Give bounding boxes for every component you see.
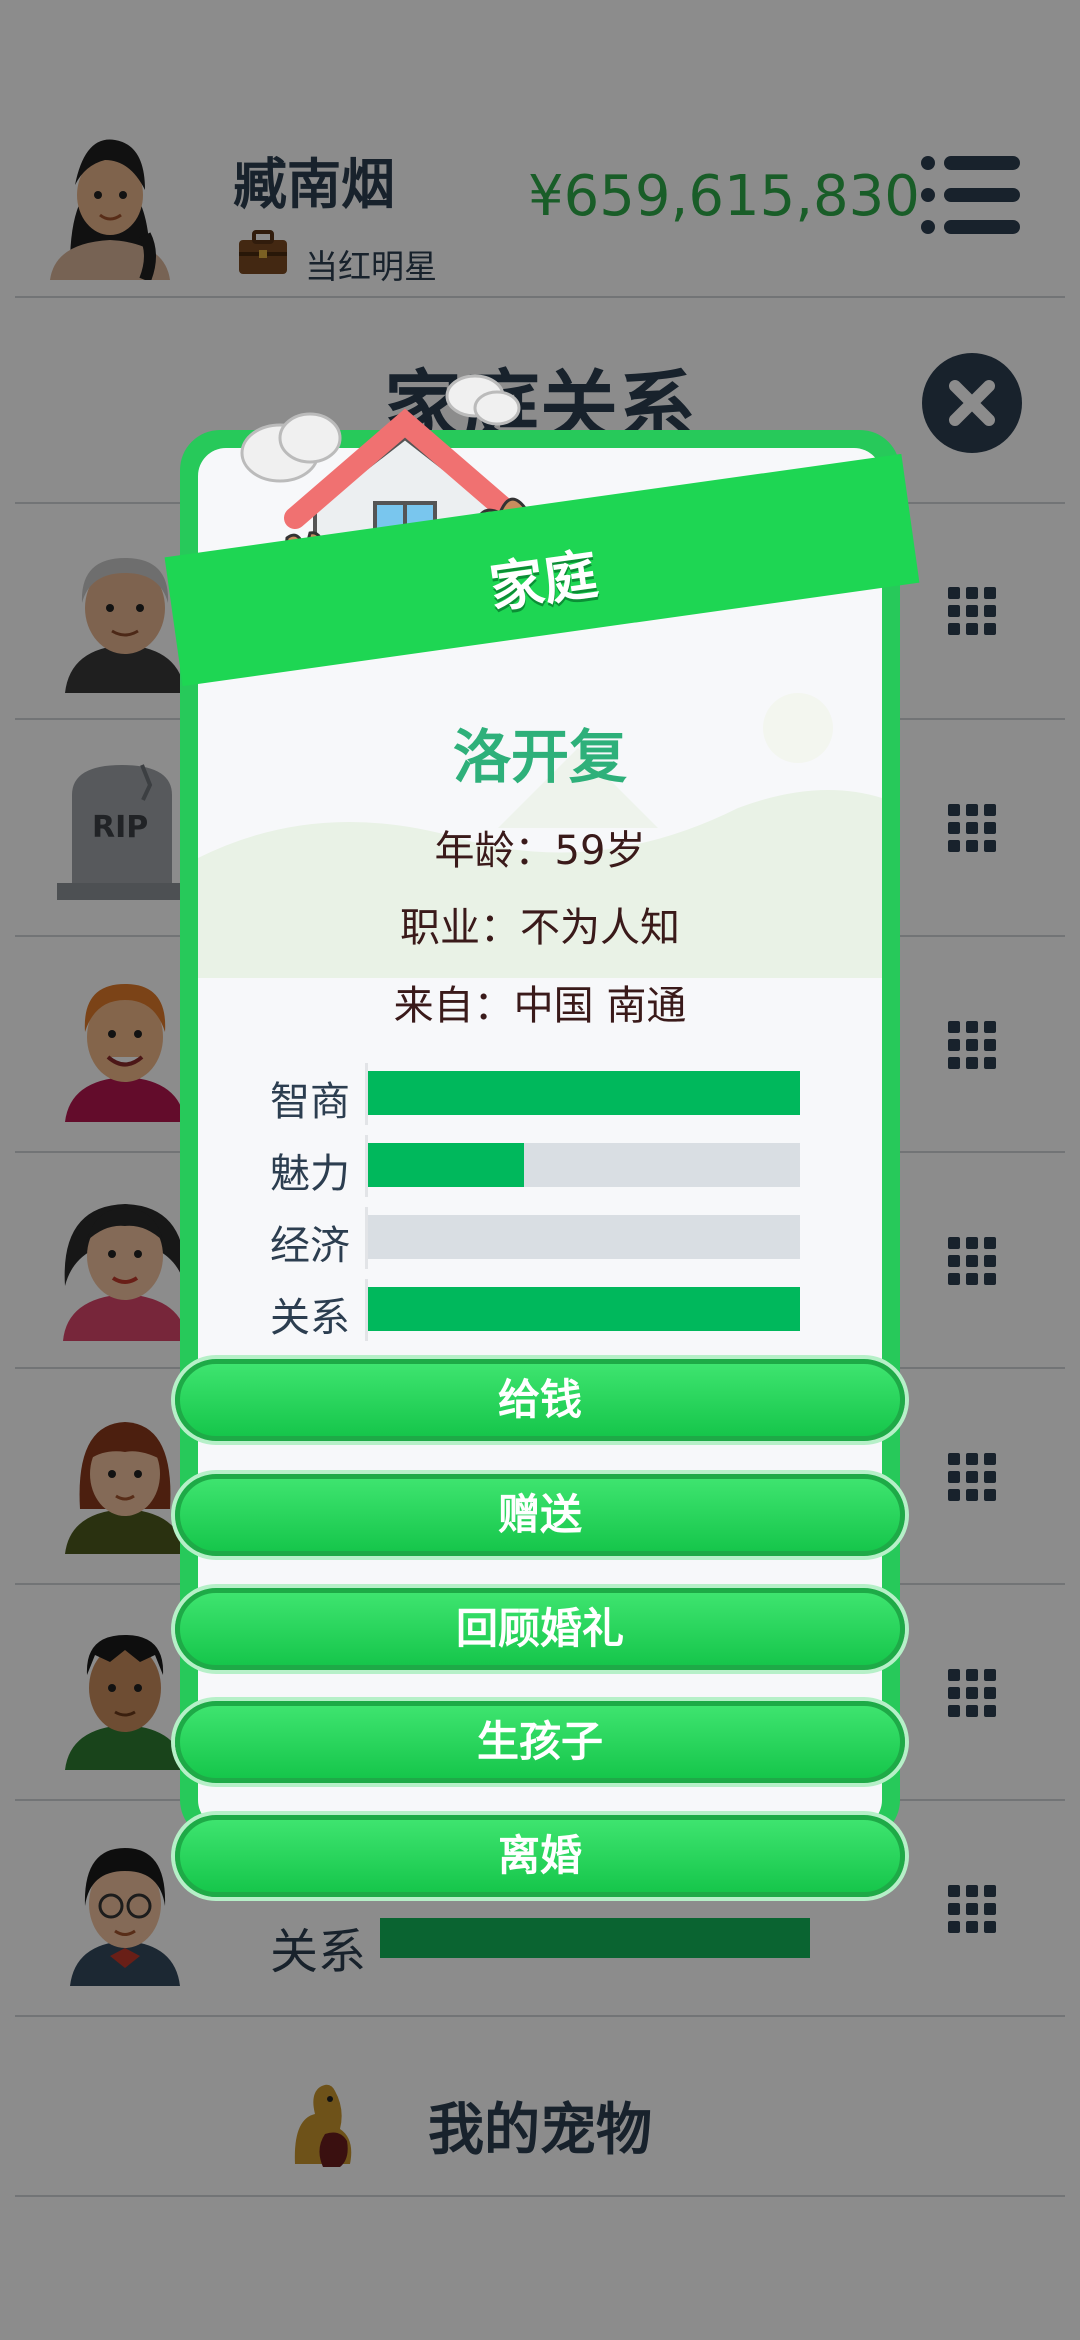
- divorce-button[interactable]: 离婚: [175, 1815, 905, 1897]
- stat-label: 经济: [270, 1223, 350, 1269]
- job-line: 职业：不为人知: [400, 905, 680, 951]
- stat-bar-economy: [368, 1215, 800, 1259]
- give-money-button[interactable]: 给钱: [175, 1359, 905, 1441]
- age-line: 年龄：59岁: [434, 828, 646, 874]
- stat-fill: [368, 1071, 800, 1115]
- review-wedding-button[interactable]: 回顾婚礼: [175, 1588, 905, 1670]
- stat-bar-relation: [368, 1287, 800, 1331]
- person-name: 洛开复: [452, 723, 627, 791]
- have-child-button[interactable]: 生孩子: [175, 1701, 905, 1783]
- stat-label: 魅力: [270, 1151, 350, 1197]
- stat-fill: [368, 1287, 800, 1331]
- stat-label: 智商: [270, 1079, 350, 1125]
- stat-bar-charm: [368, 1143, 800, 1187]
- stat-fill: [368, 1143, 524, 1187]
- from-line: 来自：中国 南通: [393, 983, 687, 1029]
- stat-bar-iq: [368, 1071, 800, 1115]
- stat-label: 关系: [270, 1295, 350, 1341]
- gift-button[interactable]: 赠送: [175, 1474, 905, 1556]
